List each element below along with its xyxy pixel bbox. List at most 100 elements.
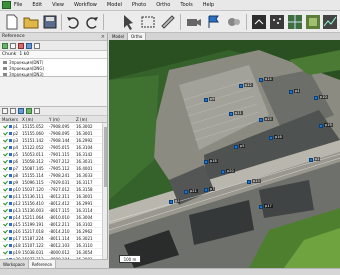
table-row[interactable]: p19 15038.031 -8000.012 16.3054 [0, 249, 107, 256]
settings-icon[interactable] [34, 108, 40, 114]
checkmark-icon[interactable] [3, 228, 8, 233]
dense-cloud-icon[interactable] [269, 14, 285, 30]
table-row[interactable]: p9 15096.115 -7929.031 16.3117 [0, 179, 107, 186]
ruler-icon[interactable] [160, 14, 176, 30]
map-marker[interactable]: p16 [269, 135, 283, 141]
markers-icon[interactable] [206, 14, 222, 30]
checkmark-icon[interactable] [3, 186, 8, 191]
ortho-icon[interactable] [322, 14, 338, 30]
menu-workflow[interactable]: Workflow [74, 2, 97, 8]
menu-file[interactable]: File [14, 2, 22, 8]
menu-photo[interactable]: Photo [132, 2, 146, 8]
table-row[interactable]: p4 15122.052 -7905.015 16.3104 [0, 144, 107, 151]
checkmark-icon[interactable] [3, 144, 8, 149]
map-marker[interactable]: p13 [247, 179, 261, 185]
map-marker[interactable]: p12 [239, 83, 253, 89]
ortho-view[interactable]: Model Ortho p9 p12 p14 p4 p10 p11 p15 p16 p5 p18 p… [109, 33, 340, 268]
column-header[interactable]: Y (m) [49, 117, 76, 122]
table-row[interactable]: p6 15058.312 -7907.212 16.3031 [0, 158, 107, 165]
menu-ortho[interactable]: Ortho [156, 2, 170, 8]
table-row[interactable]: p2 15155.060 -7908.095 16.3001 [0, 130, 107, 137]
close-icon[interactable]: × [101, 34, 105, 40]
table-row[interactable]: p7 15087.145 -7905.112 16.4001 [0, 165, 107, 172]
checkmark-icon[interactable] [3, 165, 8, 170]
add-chunk-icon[interactable] [2, 42, 8, 49]
map-marker[interactable]: p2 [309, 157, 321, 163]
column-header[interactable]: Z (m) [76, 117, 100, 122]
map-marker[interactable]: p10 [314, 95, 328, 101]
column-header[interactable]: X (m) [22, 117, 49, 122]
cameras-icon[interactable] [186, 14, 202, 30]
tab-workspace[interactable]: Workspace [0, 260, 29, 268]
undo-icon[interactable] [65, 14, 81, 30]
tab-model[interactable]: Model [109, 33, 129, 40]
map-marker[interactable]: p15 [259, 117, 273, 123]
map-marker[interactable]: p14 [259, 77, 273, 83]
new-icon[interactable] [4, 14, 20, 30]
checkmark-icon[interactable] [3, 172, 8, 177]
column-header[interactable]: Markers [0, 117, 22, 122]
remove-icon[interactable] [18, 42, 24, 49]
checkmark-icon[interactable] [3, 123, 8, 128]
map-marker[interactable]: p4 [289, 89, 301, 95]
navigation-icon[interactable] [120, 14, 136, 30]
layers-icon[interactable] [251, 14, 267, 30]
chunk-row[interactable]: Chunk 1 k0 [0, 51, 107, 59]
menu-edit[interactable]: Edit [32, 2, 42, 8]
table-row[interactable]: p11 15136.111 -8012.311 16.3001 [0, 193, 107, 200]
checkmark-icon[interactable] [3, 242, 8, 247]
map-marker[interactable]: p11 [229, 111, 243, 117]
table-row[interactable]: p1 15155.052 -7908.095 16.3002 [0, 123, 107, 130]
rectangle-selection-icon[interactable] [140, 14, 156, 30]
checkmark-icon[interactable] [3, 158, 8, 163]
scrollbar-thumb[interactable] [104, 127, 107, 187]
map-marker[interactable]: p18 [204, 159, 218, 165]
mesh-icon[interactable] [287, 14, 303, 30]
tab-reference[interactable]: Reference [28, 260, 57, 268]
table-row[interactable]: p15 15199.191 -8012.211 16.3102 [0, 221, 107, 228]
enable-icon[interactable] [26, 42, 32, 49]
table-row[interactable]: p5 15053.011 -7901.115 16.3142 [0, 151, 107, 158]
menu-help[interactable]: Help [203, 2, 214, 8]
menu-model[interactable]: Model [107, 2, 122, 8]
import-icon[interactable] [2, 108, 8, 114]
table-row[interactable]: p3 15151.142 -7908.144 16.2992 [0, 137, 107, 144]
save-icon[interactable] [42, 14, 58, 30]
redo-icon[interactable] [84, 14, 100, 30]
checkmark-icon[interactable] [3, 193, 8, 198]
checkmark-icon[interactable] [3, 235, 8, 240]
map-marker[interactable]: p21 [184, 189, 198, 195]
table-row[interactable]: p10 15037.120 -7927.012 16.3158 [0, 186, 107, 193]
convert-icon[interactable] [18, 108, 24, 114]
map-marker[interactable]: p3 [169, 199, 181, 205]
checkmark-icon[interactable] [3, 200, 8, 205]
checkmark-icon[interactable] [3, 179, 8, 184]
table-row[interactable]: p16 15217.018 -8014.210 16.2962 [0, 228, 107, 235]
map-marker[interactable]: p20 [221, 169, 235, 175]
table-row[interactable]: p8 15155.114 -7908.241 16.3033 [0, 172, 107, 179]
map-marker[interactable]: p19 [319, 123, 333, 129]
menu-view[interactable]: View [52, 2, 64, 8]
checkmark-icon[interactable] [3, 207, 8, 212]
vertical-scrollbar[interactable] [102, 123, 107, 262]
map-marker[interactable]: p17 [259, 204, 273, 210]
checkmark-icon[interactable] [3, 151, 8, 156]
checkmark-icon[interactable] [3, 130, 8, 135]
disable-icon[interactable] [34, 42, 40, 49]
table-row[interactable]: p17 15187.224 -8011.114 16.3021 [0, 235, 107, 242]
open-icon[interactable] [23, 14, 39, 30]
table-row[interactable]: p18 15107.122 -8012.103 16.3110 [0, 242, 107, 249]
checkmark-icon[interactable] [3, 137, 8, 142]
shapes-icon[interactable] [226, 14, 242, 30]
table-row[interactable]: p13 15136.003 -8017.115 16.3114 [0, 207, 107, 214]
checkmark-icon[interactable] [3, 249, 8, 254]
checkmark-icon[interactable] [3, 221, 8, 226]
texture-icon[interactable] [305, 14, 321, 30]
add-photos-icon[interactable] [10, 42, 16, 49]
update-icon[interactable] [26, 108, 32, 114]
export-icon[interactable] [10, 108, 16, 114]
table-row[interactable]: p12 15156.410 -8012.412 16.2991 [0, 200, 107, 207]
tab-ortho[interactable]: Ortho [128, 33, 147, 40]
map-marker[interactable]: p9 [204, 97, 216, 103]
menu-tools[interactable]: Tools [180, 2, 192, 8]
